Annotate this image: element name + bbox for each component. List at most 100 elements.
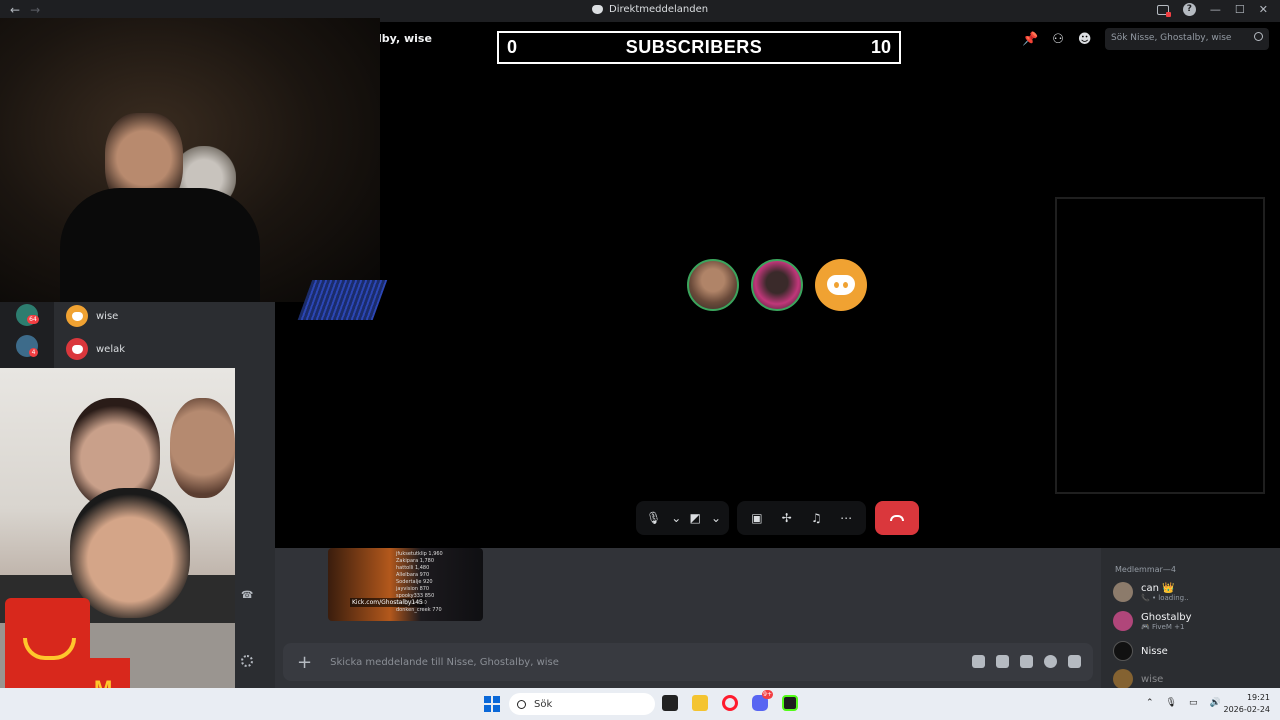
unread-badge: 64 [27,315,39,324]
emoji-icon[interactable] [1044,655,1057,668]
unread-badge: 4 [29,348,38,357]
call-participants [687,259,867,311]
avatar [66,305,88,327]
subscriber-goal: 10 [870,37,891,57]
taskbar: Sök 9+ ⌃ 🎙 ▭ 🔊 19:21 2026-02-24 [0,688,1280,720]
sticker-icon[interactable] [1020,655,1033,668]
leaderboard-row: hattolli 1,480 [396,565,430,571]
opera-icon[interactable] [722,695,738,711]
minimize-button[interactable]: — [1210,3,1221,16]
end-call-button[interactable] [875,501,919,535]
discord-badge: 9+ [762,690,773,699]
task-view-icon[interactable] [662,695,678,711]
avatar [66,338,88,360]
dm-name: welak [96,343,126,355]
discord-icon [71,344,83,354]
dm-item-wise[interactable]: wise [66,305,118,327]
clock[interactable]: 19:21 2026-02-24 [1224,692,1271,716]
taskbar-search[interactable]: Sök [509,693,655,715]
inbox-icon[interactable] [1156,4,1171,17]
stream-frame [1055,197,1265,494]
phone-hangup-icon [890,515,904,521]
discord-logo-icon [827,275,855,295]
search-icon [517,699,526,709]
member-list-header: Medlemmar—4 [1115,565,1176,574]
leaderboard-row: donken_creek 770 [396,607,442,613]
discord-icon [71,311,83,321]
camera-off-icon[interactable]: ◩ [689,511,701,525]
kick-icon[interactable] [782,695,798,711]
search-icon [1254,32,1263,41]
member-item[interactable]: Ghostalby 🎮 FiveM +1 [1113,611,1192,631]
member-status: 📞 • loading.. [1141,593,1189,602]
pin-icon[interactable]: 📌 [1022,32,1038,47]
stream-thumbnail[interactable]: jfuksetutklip 1,960 Zakipara 1,780 hatto… [328,548,483,621]
search-input[interactable]: Sök Nisse, Ghostalby, wise [1105,28,1269,50]
gift-icon[interactable] [972,655,985,668]
webcam-overlay-bottom [0,368,235,720]
member-item[interactable]: wise [1113,669,1163,689]
microphone-tray-icon[interactable]: 🎙 [1166,698,1177,708]
participant-avatar[interactable] [687,259,739,311]
taskbar-search-label: Sök [534,698,553,710]
microphone-icon[interactable]: 🎙 [646,511,661,525]
member-name: wise [1141,673,1164,685]
dm-name: wise [96,310,119,322]
disconnect-icon[interactable]: ☎ [241,590,253,601]
avatar [1113,611,1133,631]
channel-name: lby, wise [378,32,432,45]
member-name: Nisse [1141,645,1168,657]
help-icon[interactable]: ? [1182,3,1196,16]
apps-icon[interactable] [1068,655,1081,668]
add-friends-icon[interactable]: ⚇ [1052,32,1064,47]
members-icon[interactable]: ☻ [1078,32,1092,47]
camera-chevron-icon[interactable]: ⌄ [711,511,721,525]
window-title: Direktmeddelanden [592,4,708,15]
forward-button[interactable]: → [30,3,40,17]
leaderboard-row: Allelbara 970 [396,572,430,578]
member-list: Medlemmar—4 can 👑 📞 • loading.. Ghostalb… [1101,548,1280,689]
maximize-button[interactable]: ☐ [1235,3,1245,16]
windows-start-icon[interactable] [484,696,500,712]
volume-icon[interactable]: 🔊 [1210,698,1221,708]
message-input[interactable]: + Skicka meddelande till Nisse, Ghostalb… [283,643,1093,681]
participant-avatar[interactable] [751,259,803,311]
chevron-up-icon[interactable]: ⌃ [1146,698,1154,708]
gif-icon[interactable] [996,655,1009,668]
system-tray: ⌃ 🎙 ▭ 🔊 [1146,698,1221,708]
subscriber-current: 0 [507,37,518,57]
back-button[interactable]: ← [10,3,20,17]
member-item[interactable]: Nisse [1113,641,1168,661]
soundboard-icon[interactable]: ♫ [807,511,827,525]
window-controls: ? — ☐ ✕ [1156,3,1268,17]
leaderboard-row: jayvision 870 [396,586,430,592]
person-body [60,188,260,302]
activities-icon[interactable]: ✢ [777,511,797,525]
leaderboard-row: jfuksetutklip 1,960 [396,551,443,557]
file-explorer-icon[interactable] [692,695,708,711]
gear-icon[interactable] [241,655,253,667]
display-icon[interactable]: ▭ [1189,698,1198,708]
discord-icon [592,5,603,14]
member-name: Ghostalby [1141,611,1192,623]
subscriber-overlay: 0 SUBSCRIBERS 10 [497,31,901,64]
avatar [1113,582,1133,602]
header-tools: 📌 ⚇ ☻ [1022,32,1091,47]
webcam-overlay-top [0,18,388,320]
person-face [170,398,235,498]
leaderboard-row: Zakipara 1,780 [396,558,435,564]
more-icon[interactable]: ⋯ [836,511,856,525]
nav-arrows: ← → [10,3,40,17]
screen-share-icon[interactable]: ▣ [747,511,767,525]
leaderboard-row: Sodertalje 920 [396,579,433,585]
avatar [1113,669,1133,689]
close-button[interactable]: ✕ [1259,3,1268,16]
person-face [70,488,190,618]
dm-item-welak[interactable]: welak [66,338,125,360]
keyboard-shape [297,280,388,320]
participant-avatar[interactable] [815,259,867,311]
mic-chevron-icon[interactable]: ⌄ [671,511,681,525]
member-name: can 👑 [1141,582,1175,594]
attach-plus-icon[interactable]: + [297,652,312,673]
member-item[interactable]: can 👑 📞 • loading.. [1113,582,1189,602]
